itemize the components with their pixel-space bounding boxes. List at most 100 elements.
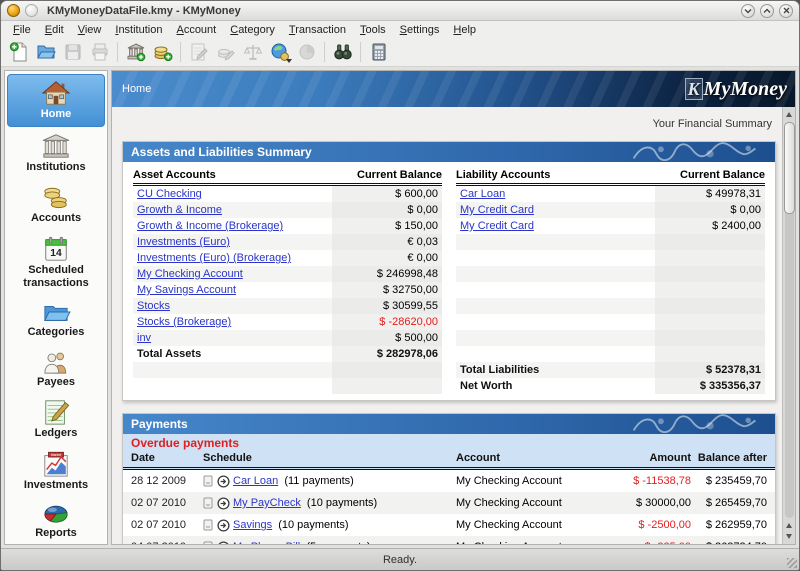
calculator-button[interactable] xyxy=(365,39,392,65)
reconcile-scales-icon xyxy=(243,42,263,62)
edit-transactions-button[interactable] xyxy=(212,39,239,65)
minimize-button[interactable] xyxy=(741,4,755,18)
enter-schedule-button[interactable] xyxy=(217,475,230,488)
open-file-button[interactable] xyxy=(32,39,59,65)
payment-balance-after: $ 262959,70 xyxy=(691,519,767,531)
window-menu-button[interactable] xyxy=(25,4,38,17)
scroll-down-button[interactable] xyxy=(784,531,795,542)
svg-text:Market: Market xyxy=(51,453,61,457)
save-file-button[interactable] xyxy=(59,39,86,65)
page-header-banner: Home KMyMoney xyxy=(112,71,795,107)
toolbar-separator xyxy=(360,42,361,62)
sidebar-item-home[interactable]: Home xyxy=(7,74,105,127)
skip-schedule-button[interactable] xyxy=(203,497,214,509)
enter-schedule-icon xyxy=(217,475,230,488)
account-link[interactable]: Growth & Income (Brokerage) xyxy=(137,220,283,232)
titlebar: KMyMoneyDataFile.kmy - KMyMoney xyxy=(1,1,799,21)
reconcile-button[interactable] xyxy=(239,39,266,65)
menubar: File Edit View Institution Account Categ… xyxy=(1,21,799,38)
enter-schedule-icon xyxy=(217,497,230,510)
account-balance: $ 30599,55 xyxy=(332,298,442,314)
account-row xyxy=(456,314,765,330)
sidebar-item-reports[interactable]: Reports xyxy=(7,498,105,545)
payment-account: My Checking Account xyxy=(456,475,606,487)
sidebar-item-payees[interactable]: Payees xyxy=(7,345,105,394)
scrollbar-track[interactable] xyxy=(785,122,794,518)
account-balance xyxy=(655,282,765,298)
account-row xyxy=(456,250,765,266)
sidebar-item-institutions[interactable]: Institutions xyxy=(7,128,105,179)
skip-schedule-button[interactable] xyxy=(203,519,214,531)
new-institution-button[interactable] xyxy=(122,39,149,65)
print-button[interactable] xyxy=(86,39,113,65)
banner-ornament xyxy=(625,142,775,162)
schedule-link[interactable]: Car Loan xyxy=(233,475,278,487)
menu-transaction[interactable]: Transaction xyxy=(283,23,352,37)
sidebar-item-accounts[interactable]: Accounts xyxy=(7,179,105,230)
account-link[interactable]: Stocks (Brokerage) xyxy=(137,316,231,328)
payment-row: 02 07 2010My PayCheck (10 payments)My Ch… xyxy=(123,492,775,514)
content-scrollbar[interactable] xyxy=(782,107,795,544)
chevron-up-icon xyxy=(763,8,771,14)
account-link[interactable]: CU Checking xyxy=(137,188,202,200)
account-link[interactable]: Car Loan xyxy=(460,188,505,200)
payments-count: (10 payments) xyxy=(275,519,348,531)
resize-grip[interactable] xyxy=(787,558,797,568)
enter-schedule-button[interactable] xyxy=(217,497,230,510)
maximize-button[interactable] xyxy=(760,4,774,18)
col-header-balance-after: Balance after xyxy=(691,452,767,467)
edit-ledger-button[interactable] xyxy=(185,39,212,65)
menu-institution[interactable]: Institution xyxy=(109,23,168,37)
account-link[interactable]: My Credit Card xyxy=(460,204,534,216)
account-link[interactable]: Stocks xyxy=(137,300,170,312)
menu-account[interactable]: Account xyxy=(170,23,222,37)
schedule-link[interactable]: My PayCheck xyxy=(233,497,301,509)
menu-file[interactable]: File xyxy=(7,23,37,37)
reports-button[interactable] xyxy=(293,39,320,65)
menu-category[interactable]: Category xyxy=(224,23,281,37)
scroll-up-button-bottom[interactable] xyxy=(784,520,795,531)
save-file-icon xyxy=(63,42,83,62)
sidebar-item-investments[interactable]: Market Investments xyxy=(7,446,105,497)
menu-view[interactable]: View xyxy=(72,23,108,37)
sidebar-item-label: Payees xyxy=(37,376,75,389)
find-transaction-button[interactable] xyxy=(329,39,356,65)
close-button[interactable] xyxy=(779,4,793,18)
menu-edit[interactable]: Edit xyxy=(39,23,70,37)
new-file-icon xyxy=(9,42,29,62)
open-file-icon xyxy=(36,42,56,62)
schedule-link[interactable]: My Phone Bill xyxy=(233,541,300,544)
col-header-account: Account xyxy=(456,452,606,467)
scrollbar-thumb[interactable] xyxy=(784,122,795,214)
account-link[interactable]: Investments (Euro) (Brokerage) xyxy=(137,252,291,264)
menu-settings[interactable]: Settings xyxy=(394,23,446,37)
sidebar-item-label: Categories xyxy=(28,326,85,339)
new-institution-icon xyxy=(126,42,146,62)
payment-row: 04 07 2010My Phone Bill (5 payments)My C… xyxy=(123,536,775,544)
account-link[interactable]: My Savings Account xyxy=(137,284,236,296)
menu-help[interactable]: Help xyxy=(447,23,482,37)
skip-schedule-button[interactable] xyxy=(203,475,214,487)
account-link[interactable]: Growth & Income xyxy=(137,204,222,216)
update-prices-button[interactable] xyxy=(266,39,293,65)
enter-schedule-button[interactable] xyxy=(217,519,230,532)
new-account-button[interactable] xyxy=(149,39,176,65)
skip-schedule-button[interactable] xyxy=(203,541,214,544)
enter-schedule-button[interactable] xyxy=(217,541,230,545)
scroll-up-button[interactable] xyxy=(784,109,795,120)
sidebar-item-scheduled-transactions[interactable]: 14 Scheduled transactions xyxy=(7,231,105,294)
sidebar-item-categories[interactable]: Categories xyxy=(7,295,105,344)
menu-tools[interactable]: Tools xyxy=(354,23,392,37)
sidebar-item-ledgers[interactable]: Ledgers xyxy=(7,394,105,445)
new-file-button[interactable] xyxy=(5,39,32,65)
account-link[interactable]: My Credit Card xyxy=(460,220,534,232)
account-link[interactable]: My Checking Account xyxy=(137,268,243,280)
account-link[interactable]: inv xyxy=(137,332,151,344)
account-link[interactable]: Investments (Euro) xyxy=(137,236,230,248)
liability-accounts-table: Liability AccountsCurrent BalanceCar Loa… xyxy=(456,166,765,394)
account-row xyxy=(133,362,442,378)
account-balance: $ 335356,37 xyxy=(655,378,765,394)
window-title: KMyMoneyDataFile.kmy - KMyMoney xyxy=(47,5,736,17)
pie-chart-icon xyxy=(41,502,71,526)
schedule-link[interactable]: Savings xyxy=(233,519,272,531)
